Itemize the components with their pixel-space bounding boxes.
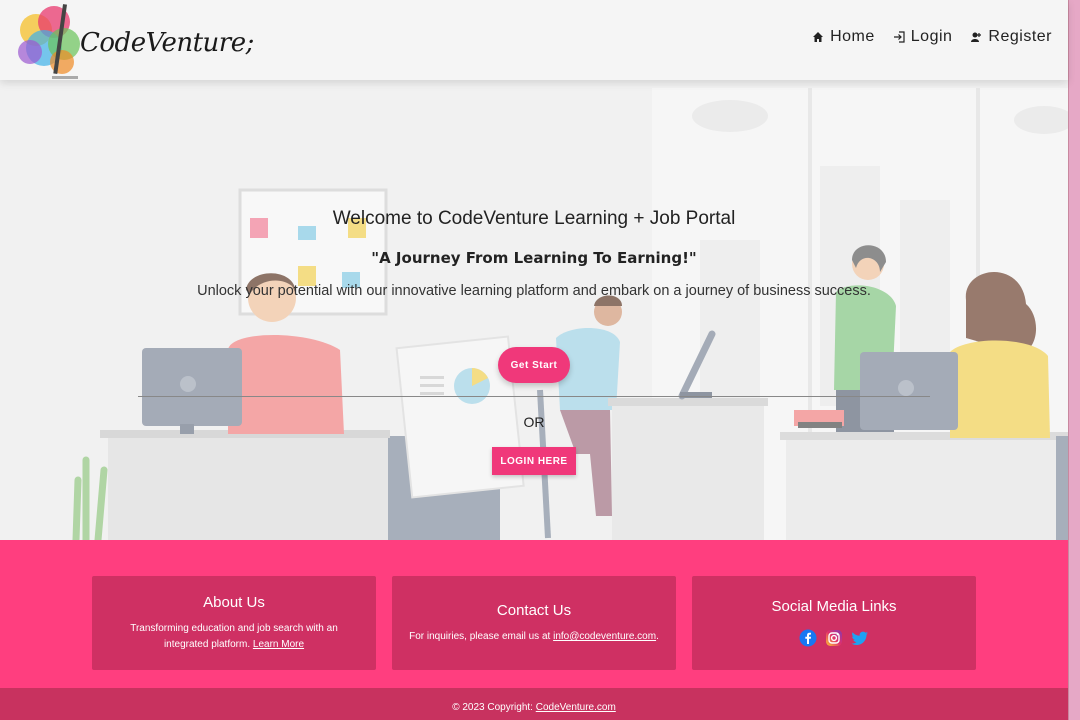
copyright-bar: © 2023 Copyright: CodeVenture.com (0, 688, 1068, 720)
hero-description: Unlock your potential with our innovativ… (197, 283, 871, 299)
about-text: Transforming education and job search wi… (108, 621, 360, 653)
get-start-button[interactable]: Get Start (498, 347, 570, 383)
contact-email-link[interactable]: info@codeventure.com (553, 631, 656, 642)
about-card: About Us Transforming education and job … (92, 576, 376, 670)
nav-home-label: Home (830, 28, 875, 45)
about-text-body: Transforming education and job search wi… (130, 623, 338, 650)
navbar: CodeVenture; Home Login Register (0, 0, 1068, 80)
nav-register[interactable]: Register (970, 28, 1052, 46)
nav-links: Home Login Register (812, 28, 1052, 46)
login-icon (893, 31, 905, 43)
learn-more-link[interactable]: Learn More (253, 639, 304, 650)
hero-title: Welcome to CodeVenture Learning + Job Po… (332, 208, 736, 229)
or-text: OR (523, 414, 545, 430)
twitter-icon[interactable] (851, 629, 869, 647)
contact-text-body: For inquiries, please email us at (409, 631, 551, 642)
nav-home[interactable]: Home (812, 28, 875, 46)
contact-text: For inquiries, please email us at info@c… (408, 629, 660, 645)
social-card: Social Media Links (692, 576, 976, 670)
hero-divider (138, 396, 930, 397)
footer: About Us Transforming education and job … (0, 540, 1068, 720)
logo-text: CodeVenture; (80, 28, 254, 58)
logo[interactable]: CodeVenture; (14, 0, 254, 84)
nav-login-label: Login (910, 28, 953, 45)
facebook-icon[interactable] (799, 629, 817, 647)
social-heading: Social Media Links (771, 598, 897, 615)
about-heading: About Us (203, 594, 265, 611)
hero-quote: "A Journey From Learning To Earning!" (371, 249, 697, 267)
home-icon (813, 32, 824, 42)
contact-suffix: . (656, 631, 659, 642)
contact-card: Contact Us For inquiries, please email u… (392, 576, 676, 670)
nav-login[interactable]: Login (893, 28, 953, 46)
instagram-icon[interactable] (825, 629, 843, 647)
hero-section: Welcome to CodeVenture Learning + Job Po… (0, 80, 1068, 540)
social-icons (692, 629, 976, 647)
scrollbar[interactable] (1068, 0, 1080, 720)
register-icon (971, 32, 982, 42)
nav-register-label: Register (988, 28, 1052, 45)
hero-content: Welcome to CodeVenture Learning + Job Po… (0, 80, 1068, 540)
contact-heading: Contact Us (496, 602, 572, 619)
copyright-text: © 2023 Copyright: (452, 702, 533, 713)
login-here-button[interactable]: LOGIN HERE (492, 447, 576, 475)
copyright-link[interactable]: CodeVenture.com (536, 702, 616, 713)
